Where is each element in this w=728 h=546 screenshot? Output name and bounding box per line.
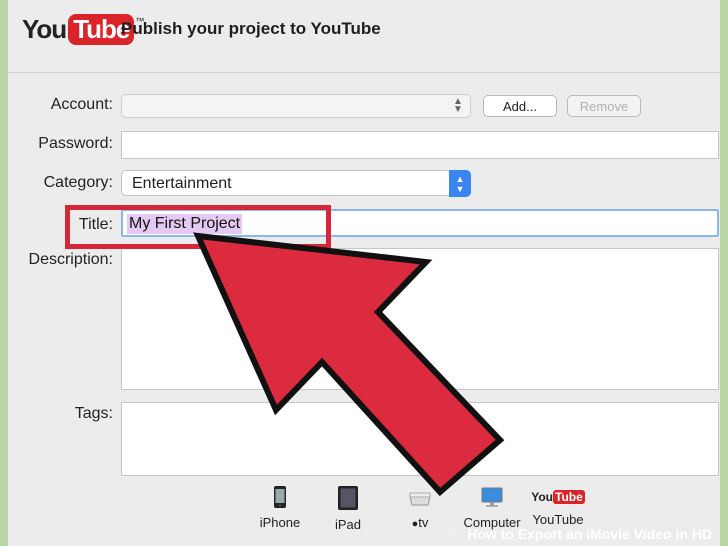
- wikihow-watermark: wiki How to Export an iMovie Video in HD: [438, 526, 712, 544]
- publish-dialog: You Tube ™ Publish your project to YouTu…: [8, 0, 720, 546]
- pointer-arrow-graphic: [193, 232, 505, 497]
- watermark-text: How to Export an iMovie Video in HD: [467, 526, 712, 542]
- watermark-wiki: wiki: [438, 528, 464, 543]
